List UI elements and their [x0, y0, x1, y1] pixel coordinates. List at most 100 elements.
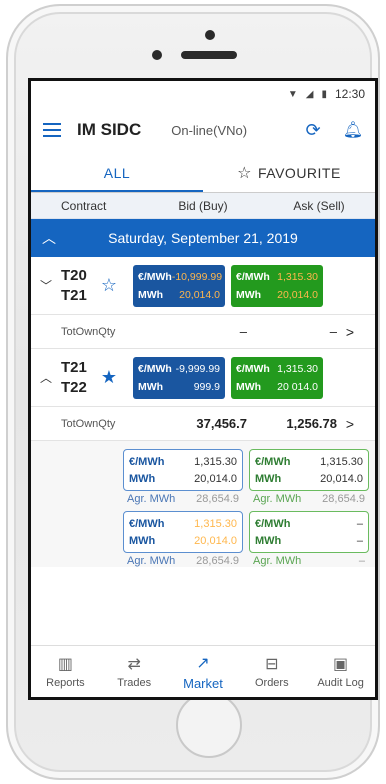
qty-label: MWh [236, 380, 262, 393]
connection-status: On-line(VNo) [171, 122, 248, 138]
own-quantity-row[interactable]: TotOwnQty – – > [31, 315, 375, 349]
refresh-icon[interactable]: ⟳ [306, 120, 321, 141]
agr-label: Agr. MWh [253, 493, 302, 505]
bid-price: -9,999.99 [175, 362, 220, 375]
signal-icon: ◢ [305, 88, 314, 100]
aggregate-row: Agr. MWh 28,654.9 Agr. MWh – [123, 555, 375, 567]
column-bid: Bid (Buy) [178, 198, 228, 213]
price-label: €/MWh [255, 455, 291, 468]
nav-label: Reports [46, 677, 85, 689]
price-label: €/MWh [129, 455, 165, 468]
chevron-up-icon[interactable]: ︿ [31, 228, 67, 248]
nav-trades[interactable]: ⇄ Trades [100, 646, 169, 697]
qty-label: MWh [138, 288, 164, 301]
agr-bid-value: 28,654.9 [196, 555, 239, 567]
depth-ask-box[interactable]: €/MWh 1,315.30 MWh 20,014.0 [249, 449, 369, 491]
depth-ask-price: 1,315.30 [320, 455, 363, 468]
agr-ask-value: – [358, 555, 365, 567]
status-bar: ▼ ◢ ▮ 12:30 [31, 81, 375, 107]
nav-label: Orders [254, 677, 289, 689]
agr-label: Agr. MWh [253, 555, 302, 567]
agr-label: Agr. MWh [127, 555, 176, 567]
earpiece-speaker [181, 51, 237, 59]
tab-favourite[interactable]: ☆ FAVOURITE [203, 153, 375, 192]
bottom-navigation: ▥ Reports ⇄ Trades ↗ Market ⊟ Orders ▣ A… [31, 645, 375, 697]
column-ask: Ask (Sell) [293, 198, 345, 213]
date-header[interactable]: ︿ Saturday, September 21, 2019 [31, 219, 375, 257]
camera-lens [152, 50, 162, 60]
depth-ask-price: – [356, 517, 363, 530]
price-label: €/MWh [255, 517, 291, 530]
depth-ask-box[interactable]: €/MWh – MWh – [249, 511, 369, 553]
bid-qty: 999.9 [193, 380, 220, 393]
own-qty-ask: 1,256.78 [286, 416, 337, 431]
reports-icon: ▥ [57, 656, 73, 673]
agr-bid-value: 28,654.9 [196, 493, 239, 505]
date-label: Saturday, September 21, 2019 [108, 230, 298, 246]
price-label: €/MWh [129, 517, 165, 530]
star-outline-icon: ☆ [237, 164, 253, 182]
depth-bid-qty: 20,014.0 [194, 472, 237, 485]
star-outline-icon[interactable]: ☆ [91, 275, 127, 296]
home-button[interactable] [176, 692, 242, 758]
tab-indicator [31, 190, 203, 192]
bid-qty: 20,014.0 [179, 288, 220, 301]
nav-label: Audit Log [317, 677, 364, 689]
app-bar: IM SIDC On-line(VNo) ⟳ 🔔︎ [31, 107, 375, 153]
app-screen: ▼ ◢ ▮ 12:30 IM SIDC On-line(VNo) ⟳ 🔔︎ AL… [28, 78, 378, 700]
contract-start: T20 [61, 266, 87, 284]
depth-bid-box[interactable]: €/MWh 1,315.30 MWh 20,014.0 [123, 449, 243, 491]
depth-bid-price: 1,315.30 [194, 455, 237, 468]
bell-icon[interactable]: 🔔︎ [343, 120, 363, 140]
own-qty-label: TotOwnQty [61, 417, 116, 430]
tab-all[interactable]: ALL [31, 153, 203, 192]
own-qty-label: TotOwnQty [61, 325, 116, 338]
depth-bid-box[interactable]: €/MWh 1,315.30 MWh 20,014.0 [123, 511, 243, 553]
tab-favourite-label: FAVOURITE [258, 164, 341, 181]
contract-end: T21 [61, 286, 87, 304]
chevron-up-icon[interactable]: ︿ [31, 369, 61, 386]
nav-audit-log[interactable]: ▣ Audit Log [306, 646, 375, 697]
app-title: IM SIDC [77, 120, 142, 139]
contract-name: T21 T22 [61, 358, 91, 398]
qty-label: MWh [129, 534, 156, 547]
ask-price-box[interactable]: €/MWh 1,315.30 MWh 20,014.0 [231, 264, 323, 307]
nav-orders[interactable]: ⊟ Orders [237, 646, 306, 697]
ask-price-box[interactable]: €/MWh 1,315.30 MWh 20 014.0 [231, 356, 323, 399]
depth-row: €/MWh 1,315.30 MWh 20,014.0 €/MWh – MWh – [123, 511, 375, 553]
depth-bid-qty: 20,014.0 [194, 534, 237, 547]
bid-price-box[interactable]: €/MWh -10,999.99 MWh 20,014.0 [133, 264, 225, 307]
ask-qty: 20,014.0 [277, 288, 318, 301]
battery-icon: ▮ [321, 88, 327, 100]
status-time: 12:30 [334, 87, 365, 101]
qty-label: MWh [236, 288, 262, 301]
own-quantity-row[interactable]: TotOwnQty 37,456.7 1,256.78 > [31, 407, 375, 441]
ask-qty: 20 014.0 [277, 380, 318, 393]
market-icon: ↗ [196, 654, 210, 672]
menu-icon[interactable] [43, 123, 61, 137]
chevron-right-icon[interactable]: > [337, 324, 363, 340]
nav-market[interactable]: ↗ Market [169, 646, 238, 697]
price-label: €/MWh [236, 270, 270, 283]
depth-ask-qty: – [356, 534, 363, 547]
bid-price-box[interactable]: €/MWh -9,999.99 MWh 999.9 [133, 356, 225, 399]
star-filled-icon[interactable]: ★ [91, 367, 127, 388]
orders-icon: ⊟ [265, 656, 279, 673]
aggregate-row: Agr. MWh 28,654.9 Agr. MWh 28,654.9 [123, 493, 375, 505]
depth-row: €/MWh 1,315.30 MWh 20,014.0 €/MWh 1,315.30 … [123, 449, 375, 491]
qty-label: MWh [255, 534, 282, 547]
wifi-icon: ▼ [287, 88, 298, 100]
tab-bar: ALL ☆ FAVOURITE [31, 153, 375, 193]
contract-row[interactable]: ︿ T21 T22 ★ €/MWh -9,999.99 MWh 999.9 €/MW… [31, 349, 375, 407]
nav-reports[interactable]: ▥ Reports [31, 646, 100, 697]
tab-all-label: ALL [103, 164, 131, 181]
qty-label: MWh [255, 472, 282, 485]
column-contract: Contract [61, 198, 107, 213]
chevron-down-icon[interactable]: ﹀ [31, 277, 61, 294]
contract-row[interactable]: ﹀ T20 T21 ☆ €/MWh -10,999.99 MWh 20,014.0 … [31, 257, 375, 315]
chevron-right-icon[interactable]: > [337, 416, 363, 432]
price-label: €/MWh [138, 362, 172, 375]
market-depth: €/MWh 1,315.30 MWh 20,014.0 €/MWh 1,315.30 … [31, 441, 375, 567]
qty-label: MWh [129, 472, 156, 485]
column-headers: Contract Bid (Buy) Ask (Sell) [31, 193, 375, 219]
